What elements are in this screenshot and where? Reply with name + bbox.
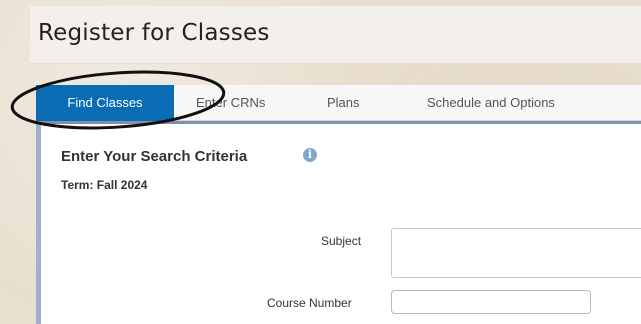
highlight-ellipse (10, 70, 226, 130)
hand-drawn-circle (10, 70, 226, 130)
